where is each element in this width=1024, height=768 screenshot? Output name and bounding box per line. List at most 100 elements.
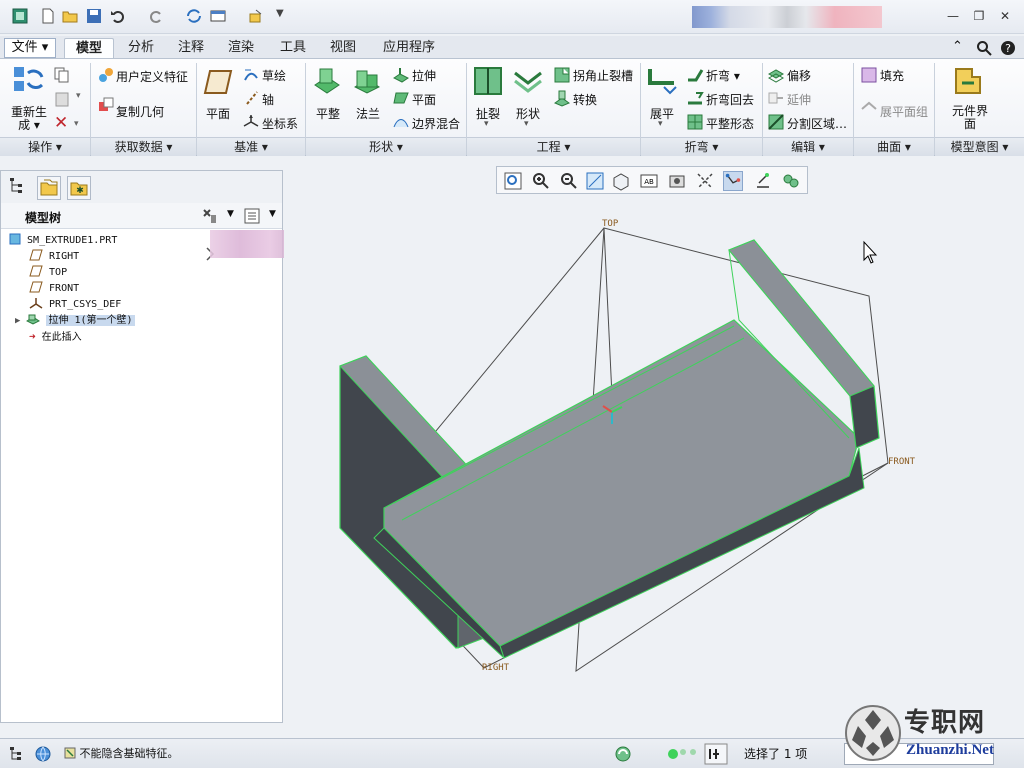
copy-icon[interactable]	[54, 67, 70, 83]
flatten-quilt-icon	[861, 101, 877, 110]
group-datum[interactable]: 基准 ▾	[197, 137, 305, 156]
restore-icon[interactable]: ❐	[972, 9, 986, 23]
extrude-button[interactable]: 拉伸	[412, 67, 436, 84]
redo-icon[interactable]	[148, 8, 164, 24]
folder-browser-tab[interactable]	[37, 176, 61, 200]
tree-item-part[interactable]: SM_EXTRUDE1.PRT	[9, 233, 117, 249]
regenerate-icon[interactable]	[186, 8, 202, 24]
user-defined-feature-button[interactable]: 用户定义特征	[116, 68, 188, 85]
perspective-icon[interactable]	[667, 171, 687, 191]
tab-analysis[interactable]: 分析	[118, 38, 164, 59]
bend-button[interactable]: 折弯 ▾	[706, 67, 740, 84]
spin-center-icon[interactable]	[695, 171, 715, 191]
tab-model[interactable]: 模型	[64, 38, 114, 59]
tree-settings-icon[interactable]	[201, 207, 219, 225]
group-bend[interactable]: 折弯 ▾	[641, 137, 762, 156]
quick-access-dropdown-icon[interactable]: ▼	[276, 8, 292, 24]
help-icon[interactable]: ?	[1000, 40, 1016, 56]
collapse-ribbon-icon[interactable]: ⌃	[952, 39, 963, 54]
copy-geometry-button[interactable]: 复制几何	[116, 103, 164, 120]
fill-button[interactable]: 填充	[880, 67, 904, 84]
regenerate-large-icon	[14, 67, 44, 91]
regeneration-status-icon[interactable]	[614, 745, 632, 763]
group-editing[interactable]: 编辑 ▾	[763, 137, 853, 156]
group-get-data[interactable]: 获取数据 ▾	[91, 137, 196, 156]
browser-toggle-icon[interactable]	[34, 745, 52, 763]
rip-dropdown-icon[interactable]: ▾	[484, 119, 489, 129]
tree-show-dropdown-icon[interactable]: ▼	[269, 209, 276, 219]
delete-icon[interactable]: ✕	[54, 113, 68, 133]
undo-icon[interactable]	[110, 8, 126, 24]
plane-button[interactable]: 平面	[206, 105, 230, 122]
expand-icon[interactable]: ▶	[15, 316, 20, 326]
zoom-in-icon[interactable]	[531, 171, 551, 191]
bend-back-button[interactable]: 折弯回去	[706, 91, 754, 108]
windows-icon[interactable]	[210, 8, 226, 24]
open-folder-icon[interactable]	[62, 8, 78, 24]
corner-relief-button[interactable]: 拐角止裂槽	[573, 67, 633, 84]
minimize-icon[interactable]: —	[946, 9, 960, 23]
repaint-icon[interactable]	[585, 171, 605, 191]
rip-icon	[474, 67, 502, 95]
search-icon[interactable]	[976, 40, 992, 56]
find-icon[interactable]	[704, 743, 728, 765]
model-tree-tab[interactable]	[7, 176, 31, 200]
tree-item-csys[interactable]: PRT_CSYS_DEF	[29, 297, 121, 313]
tree-settings-dropdown-icon[interactable]: ▼	[227, 209, 234, 219]
split-area-button[interactable]: 分割区域…	[787, 115, 847, 132]
new-file-icon[interactable]	[40, 8, 56, 24]
flange-button[interactable]: 法兰	[356, 105, 380, 122]
tab-view[interactable]: 视图	[320, 38, 366, 59]
group-model-intent[interactable]: 模型意图 ▾	[935, 137, 1024, 156]
close-icon[interactable]: ✕	[998, 9, 1012, 23]
save-icon[interactable]	[86, 8, 102, 24]
regenerate-button[interactable]: 重新生成 ▾	[10, 106, 48, 132]
saved-orientations-icon[interactable]	[611, 171, 631, 191]
refit-icon[interactable]	[503, 171, 523, 191]
file-menu-button[interactable]: 文件 ▾	[4, 38, 56, 58]
form-dropdown-icon[interactable]: ▾	[524, 119, 529, 129]
display-points-icon[interactable]	[753, 171, 773, 191]
convert-button[interactable]: 转换	[573, 91, 597, 108]
tree-item-extrude[interactable]: ▶ 拉伸 1(第一个壁)	[15, 313, 135, 329]
close-window-icon[interactable]	[248, 8, 264, 24]
tree-show-icon[interactable]	[243, 207, 261, 225]
tab-applications[interactable]: 应用程序	[372, 38, 446, 59]
paste-icon[interactable]	[54, 91, 70, 107]
tab-tools[interactable]: 工具	[270, 38, 316, 59]
tree-item-right[interactable]: RIGHT	[29, 249, 79, 265]
display-csys-icon[interactable]	[723, 171, 743, 191]
flat-button[interactable]: 平整	[316, 105, 340, 122]
graphics-window[interactable]: TOP FRONT RIGHT	[284, 158, 1024, 738]
datum-display-icon[interactable]: AB	[639, 171, 659, 191]
datum-label-right: RIGHT	[482, 663, 510, 673]
tab-render[interactable]: 渲染	[218, 38, 264, 59]
group-operations[interactable]: 操作 ▾	[0, 137, 90, 156]
tree-item-top[interactable]: TOP	[29, 265, 67, 281]
flatten-quilt-button[interactable]: 展平面组	[880, 103, 928, 120]
group-engineering[interactable]: 工程 ▾	[467, 137, 640, 156]
flat-state-button[interactable]: 平整形态	[706, 115, 754, 132]
model-3d-view[interactable]: TOP FRONT RIGHT	[284, 158, 1024, 738]
delete-dropdown-icon[interactable]: ▾	[74, 119, 79, 129]
extend-button[interactable]: 延伸	[787, 91, 811, 108]
boundary-blend-button[interactable]: 边界混合	[412, 115, 460, 132]
zoom-out-icon[interactable]	[559, 171, 579, 191]
favorites-tab[interactable]: ✱	[67, 176, 91, 200]
unbend-dropdown-icon[interactable]: ▾	[658, 119, 663, 129]
tree-item-front[interactable]: FRONT	[29, 281, 79, 297]
group-editing-label: 编辑	[791, 140, 816, 154]
group-shape[interactable]: 形状 ▾	[306, 137, 466, 156]
group-surface[interactable]: 曲面 ▾	[854, 137, 934, 156]
csys-button[interactable]: 坐标系	[262, 115, 298, 132]
paste-dropdown-icon[interactable]: ▾	[76, 91, 81, 101]
tab-annotate[interactable]: 注释	[168, 38, 214, 59]
sketch-button[interactable]: 草绘	[262, 67, 286, 84]
annotations-display-icon[interactable]	[781, 171, 801, 191]
model-tree-toggle-icon[interactable]	[8, 745, 26, 763]
offset-button[interactable]: 偏移	[787, 67, 811, 84]
axis-button[interactable]: 轴	[262, 91, 274, 108]
component-interface-button[interactable]: 元件界面	[950, 105, 990, 131]
tree-item-insert-here[interactable]: ➜ 在此插入	[29, 329, 82, 345]
planar-button[interactable]: 平面	[412, 91, 436, 108]
